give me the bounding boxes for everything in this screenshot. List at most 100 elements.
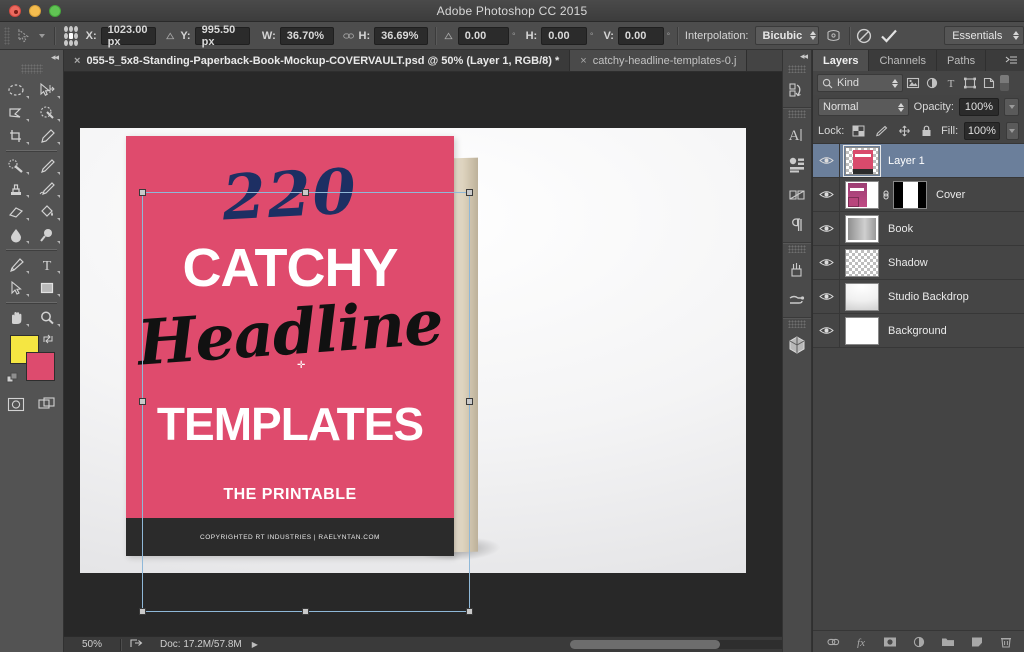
swap-colors-icon[interactable] (41, 333, 55, 348)
rail-grip[interactable] (788, 110, 806, 118)
layer-thumbnail[interactable] (845, 282, 879, 311)
layer-name[interactable]: Book (888, 223, 913, 235)
layer-thumbnail[interactable] (845, 180, 879, 209)
options-bar-grip[interactable] (4, 26, 11, 45)
transform-handle-bottom-left[interactable] (139, 608, 146, 615)
close-icon[interactable]: × (74, 55, 80, 67)
fill-field[interactable]: 100% (964, 122, 1000, 140)
3d-panel-icon[interactable] (783, 330, 811, 360)
layer-visibility-toggle[interactable] (813, 257, 839, 268)
crop-tool[interactable] (0, 124, 32, 147)
add-mask-icon[interactable] (882, 634, 898, 650)
new-layer-icon[interactable] (969, 634, 985, 650)
layer-visibility-toggle[interactable] (813, 291, 839, 302)
adjustments-icon[interactable] (783, 255, 811, 285)
reference-point-selector[interactable] (63, 25, 78, 46)
layer-row-shadow[interactable]: Shadow (813, 245, 1024, 280)
skew-h-field[interactable]: 0.00 (541, 26, 587, 45)
skew-v-field[interactable]: 0.00 (617, 26, 664, 45)
quick-selection-tool[interactable] (32, 101, 64, 124)
canvas-area[interactable]: 220 CATCHY Headline TEMPLATES THE PRINTA… (64, 72, 812, 636)
filter-toggle-switch[interactable] (1000, 75, 1009, 91)
horizontal-scrollbar[interactable] (570, 640, 810, 649)
zoom-level[interactable]: 50% (64, 639, 120, 650)
shape-filter-icon[interactable] (960, 74, 979, 93)
rail-grip[interactable] (788, 65, 806, 73)
layer-thumbnail[interactable] (845, 316, 879, 345)
dodge-tool[interactable] (32, 223, 64, 246)
rail-collapse-button[interactable]: ◂◂ (783, 50, 811, 63)
marquee-tool[interactable] (0, 78, 32, 101)
transform-handle-bottom-center[interactable] (302, 608, 309, 615)
layer-row-layer-1[interactable]: Layer 1 (813, 144, 1024, 178)
close-icon[interactable]: × (580, 55, 586, 67)
spot-healing-brush-tool[interactable] (0, 154, 32, 177)
relative-position-icon[interactable] (164, 29, 176, 43)
lock-all-icon[interactable] (918, 122, 935, 141)
paragraph-icon[interactable] (783, 210, 811, 240)
paint-bucket-tool[interactable] (32, 200, 64, 223)
clone-stamp-tool[interactable] (0, 177, 32, 200)
layer-name[interactable]: Studio Backdrop (888, 291, 969, 303)
quick-mask-tool[interactable] (0, 393, 32, 416)
layer-styles-icon[interactable]: fx (853, 634, 869, 650)
tools-collapse-button[interactable]: ◂◂ (0, 50, 63, 64)
lasso-tool[interactable] (0, 101, 32, 124)
background-color-swatch[interactable] (26, 352, 55, 381)
interpolation-select[interactable]: Bicubic (754, 26, 819, 45)
tab-layers[interactable]: Layers (813, 50, 870, 71)
delete-layer-icon[interactable] (998, 634, 1014, 650)
opacity-field[interactable]: 100% (959, 98, 999, 116)
adjustment-layer-icon[interactable] (911, 634, 927, 650)
rotation-field[interactable]: 0.00 (457, 26, 509, 45)
path-selection-tool[interactable] (0, 276, 32, 299)
tab-channels[interactable]: Channels (869, 50, 937, 71)
layer-row-background[interactable]: Background (813, 313, 1024, 348)
tool-preset-picker[interactable] (14, 28, 47, 44)
new-group-icon[interactable] (940, 634, 956, 650)
rectangle-tool[interactable] (32, 276, 64, 299)
layer-visibility-toggle[interactable] (813, 155, 839, 166)
document-tab-active[interactable]: × 055-5_5x8-Standing-Paperback-Book-Mock… (64, 50, 571, 71)
share-icon[interactable] (121, 638, 144, 652)
layer-row-cover[interactable]: Cover (813, 177, 1024, 212)
x-field[interactable]: 1023.00 px (100, 24, 156, 48)
link-layers-icon[interactable] (824, 634, 840, 650)
tab-paths[interactable]: Paths (937, 50, 987, 71)
layer-name[interactable]: Shadow (888, 257, 928, 269)
layer-row-studio-backdrop[interactable]: Studio Backdrop (813, 279, 1024, 314)
rail-grip[interactable] (788, 320, 806, 328)
lock-position-icon[interactable] (896, 122, 913, 141)
type-tool[interactable]: T (32, 253, 64, 276)
h-field[interactable]: 36.69% (374, 26, 429, 45)
tools-panel-grip[interactable] (20, 64, 43, 74)
lock-transparent-pixels-icon[interactable] (850, 122, 867, 141)
screen-mode-tool[interactable] (32, 393, 64, 416)
pen-tool[interactable] (0, 253, 32, 276)
opacity-slider-button[interactable] (1004, 98, 1019, 116)
zoom-tool[interactable] (32, 306, 64, 329)
layer-name[interactable]: Cover (936, 189, 965, 201)
panel-menu-button[interactable] (1004, 55, 1018, 69)
link-aspect-ratio-icon[interactable] (341, 29, 355, 43)
move-tool[interactable] (32, 78, 64, 101)
layer-visibility-toggle[interactable] (813, 325, 839, 336)
layer-thumbnail[interactable] (845, 214, 879, 243)
eyedropper-tool[interactable] (32, 124, 64, 147)
layer-visibility-toggle[interactable] (813, 223, 839, 234)
blend-mode-select[interactable]: Normal (818, 98, 909, 116)
document-tab-inactive[interactable]: × catchy-headline-templates-0.j (570, 50, 748, 71)
layer-name[interactable]: Background (888, 325, 947, 337)
workspace-select[interactable]: Essentials (944, 26, 1024, 45)
character-icon[interactable]: A (783, 120, 811, 150)
type-filter-icon[interactable]: T (941, 74, 960, 93)
status-menu-arrow-icon[interactable]: ▶ (252, 640, 258, 649)
lock-image-pixels-icon[interactable] (873, 122, 890, 141)
layer-thumbnail[interactable] (845, 248, 879, 277)
warp-mode-button[interactable] (825, 25, 842, 47)
default-colors-icon[interactable] (6, 372, 20, 387)
layer-name[interactable]: Layer 1 (888, 155, 925, 167)
w-field[interactable]: 36.70% (279, 26, 334, 45)
layer-thumbnail[interactable] (843, 144, 881, 177)
scrollbar-thumb[interactable] (570, 640, 720, 649)
